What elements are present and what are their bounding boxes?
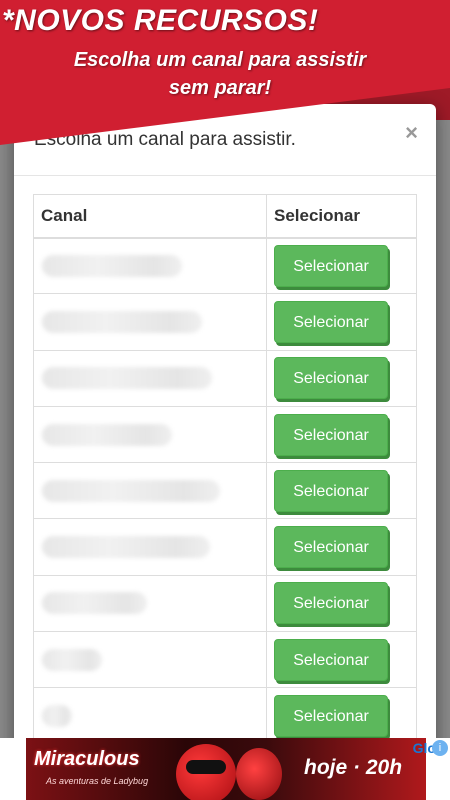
ad-banner[interactable]: Miraculous As aventuras de Ladybug hoje … <box>0 738 450 800</box>
select-button[interactable]: Selecionar <box>274 638 388 681</box>
info-icon[interactable]: i <box>432 740 448 756</box>
table-row: Selecionar <box>33 349 417 407</box>
modal-title: Escolha um canal para assistir. <box>34 129 296 150</box>
battery-icon <box>371 10 392 22</box>
table-row: Selecionar <box>33 518 417 576</box>
select-button[interactable]: Selecionar <box>274 695 388 738</box>
table-row: Selecionar <box>33 293 417 351</box>
ad-character-image <box>176 744 236 800</box>
select-button[interactable]: Selecionar <box>274 526 388 569</box>
channel-name-blurred <box>42 592 147 615</box>
column-header-select: Selecionar <box>266 194 417 239</box>
menu-button[interactable] <box>6 42 58 88</box>
channel-name-cell <box>33 574 267 633</box>
channel-name-blurred <box>42 648 102 671</box>
channel-name-cell <box>33 687 267 745</box>
select-button[interactable]: Selecionar <box>274 244 388 287</box>
refresh-icon[interactable] <box>398 40 442 84</box>
ad-schedule: hoje · 20h <box>304 756 403 779</box>
table-header-row: Canal Selecionar <box>33 194 417 239</box>
channel-name-blurred <box>42 705 72 728</box>
select-button[interactable]: Selecionar <box>274 413 388 456</box>
channel-name-cell <box>33 236 267 295</box>
select-button[interactable]: Selecionar <box>274 300 388 343</box>
close-icon[interactable]: × <box>405 120 418 146</box>
channel-name-cell <box>33 462 267 520</box>
channel-name-blurred <box>42 254 182 277</box>
table-row: Selecionar <box>33 236 417 295</box>
channel-name-cell <box>33 631 267 689</box>
table-row: Selecionar <box>33 687 417 745</box>
table-row: Selecionar <box>33 462 417 520</box>
channel-name-blurred <box>42 536 210 559</box>
status-bar: ▲ 66% 15:39 <box>0 0 450 32</box>
signal-icon: ▲ <box>309 7 324 25</box>
channel-name-blurred <box>42 367 212 390</box>
select-button[interactable]: Selecionar <box>274 582 388 625</box>
channel-name-blurred <box>42 479 220 502</box>
channel-table: Canal Selecionar Selecionar Selecionar S… <box>33 194 417 745</box>
channel-name-cell <box>33 405 267 464</box>
channel-name-blurred <box>42 310 202 333</box>
ad-creative[interactable]: Miraculous As aventuras de Ladybug hoje … <box>26 738 426 800</box>
battery-percent: 66% <box>331 7 364 24</box>
modal-header: Escolha um canal para assistir. × <box>14 104 436 176</box>
channel-name-cell <box>33 349 267 407</box>
ad-logo: Miraculous <box>34 748 140 770</box>
select-button[interactable]: Selecionar <box>274 357 388 400</box>
channel-name-cell <box>33 518 267 576</box>
table-row: Selecionar <box>33 405 417 464</box>
clock: 15:39 <box>399 7 440 24</box>
table-row: Selecionar <box>33 631 417 689</box>
column-header-channel: Canal <box>33 194 267 239</box>
channel-modal: Escolha um canal para assistir. × Canal … <box>14 104 436 800</box>
channel-name-blurred <box>42 423 172 446</box>
channel-name-cell <box>33 293 267 351</box>
ad-tagline: As aventuras de Ladybug <box>46 776 149 786</box>
select-button[interactable]: Selecionar <box>274 469 388 512</box>
ad-character-image-2 <box>236 748 282 800</box>
table-row: Selecionar <box>33 574 417 633</box>
